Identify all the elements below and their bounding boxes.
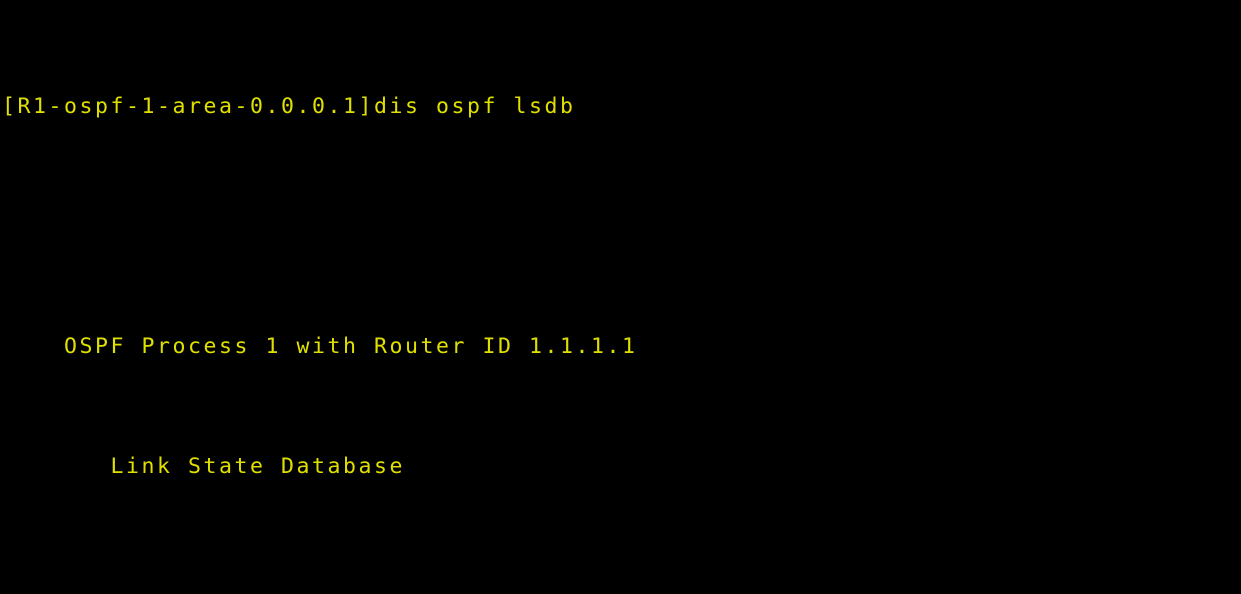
- ospf-process-header-line: OSPF Process 1 with Router ID 1.1.1.1: [2, 334, 638, 359]
- link-state-database-title-line: Link State Database: [2, 454, 406, 479]
- prompt-command-line: [R1-ospf-1-area-0.0.0.1]dis ospf lsdb: [2, 94, 576, 119]
- terminal-screen-buffer: [R1-ospf-1-area-0.0.0.1]dis ospf lsdb OS…: [2, 2, 1134, 594]
- terminal-window[interactable]: [R1-ospf-1-area-0.0.0.1]dis ospf lsdb OS…: [0, 0, 1241, 594]
